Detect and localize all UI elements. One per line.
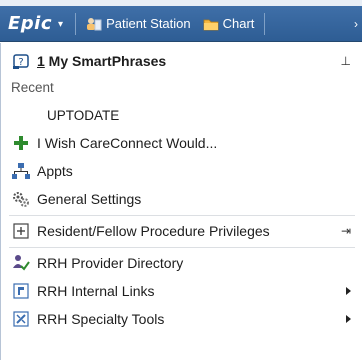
toolbar-separator-2 xyxy=(264,12,266,35)
folder-icon xyxy=(203,17,219,31)
epic-menu-button[interactable]: Epic ▾ xyxy=(0,6,71,41)
menu-item-uptodate[interactable]: UPTODATE xyxy=(1,101,362,129)
pin-icon[interactable]: ⊥ xyxy=(341,54,351,68)
svg-text:?: ? xyxy=(18,57,23,68)
expand-box-icon xyxy=(11,221,31,241)
tools-icon xyxy=(11,309,31,329)
network-icon xyxy=(11,161,31,181)
recent-section-label: Recent xyxy=(11,79,54,95)
gears-icon xyxy=(11,189,31,209)
chart-button[interactable]: Chart xyxy=(197,6,261,41)
patient-station-label: Patient Station xyxy=(106,16,191,31)
menu-item-rrh-specialty-tools[interactable]: RRH Specialty Tools xyxy=(1,305,362,333)
chart-label: Chart xyxy=(222,16,255,31)
toolbar-separator xyxy=(75,12,77,35)
chevron-down-icon: ▾ xyxy=(58,19,64,30)
submenu-arrow-icon-2 xyxy=(346,312,351,326)
menu-item-resident-fellow-privileges[interactable]: Resident/Fellow Procedure Privileges ⇥ xyxy=(1,217,362,245)
my-smartphrases-header[interactable]: ? 1 My SmartPhrases ⊥ xyxy=(1,47,362,75)
patient-station-icon xyxy=(86,17,102,31)
smartphrases-accelerator: 1 xyxy=(37,53,45,69)
epic-logo: Epic xyxy=(8,13,53,34)
menu-item-appts[interactable]: Appts xyxy=(1,157,362,185)
toolbar-more-icon[interactable]: › xyxy=(350,17,362,31)
submenu-arrow-icon xyxy=(346,284,351,298)
epic-dropdown-menu: ? 1 My SmartPhrases ⊥ Recent UPTODATE I … xyxy=(0,43,362,360)
person-check-icon xyxy=(11,253,31,273)
menu-divider-2 xyxy=(9,247,355,248)
green-plus-icon xyxy=(11,133,31,153)
smartphrase-icon: ? xyxy=(11,51,31,71)
menu-item-general-settings[interactable]: General Settings xyxy=(1,185,362,213)
document-link-icon xyxy=(11,281,31,301)
patient-station-button[interactable]: Patient Station xyxy=(80,6,197,41)
smartphrases-label: My SmartPhrases xyxy=(44,53,167,69)
menu-item-i-wish-careconnect[interactable]: I Wish CareConnect Would... xyxy=(1,129,362,157)
menu-item-rrh-provider-directory[interactable]: RRH Provider Directory xyxy=(1,249,362,277)
epic-toolbar: Epic ▾ Patient Station Chart › xyxy=(0,6,362,42)
menu-divider xyxy=(9,215,355,216)
pin-to-toolbar-icon[interactable]: ⇥ xyxy=(341,224,351,238)
menu-item-rrh-internal-links[interactable]: RRH Internal Links xyxy=(1,277,362,305)
